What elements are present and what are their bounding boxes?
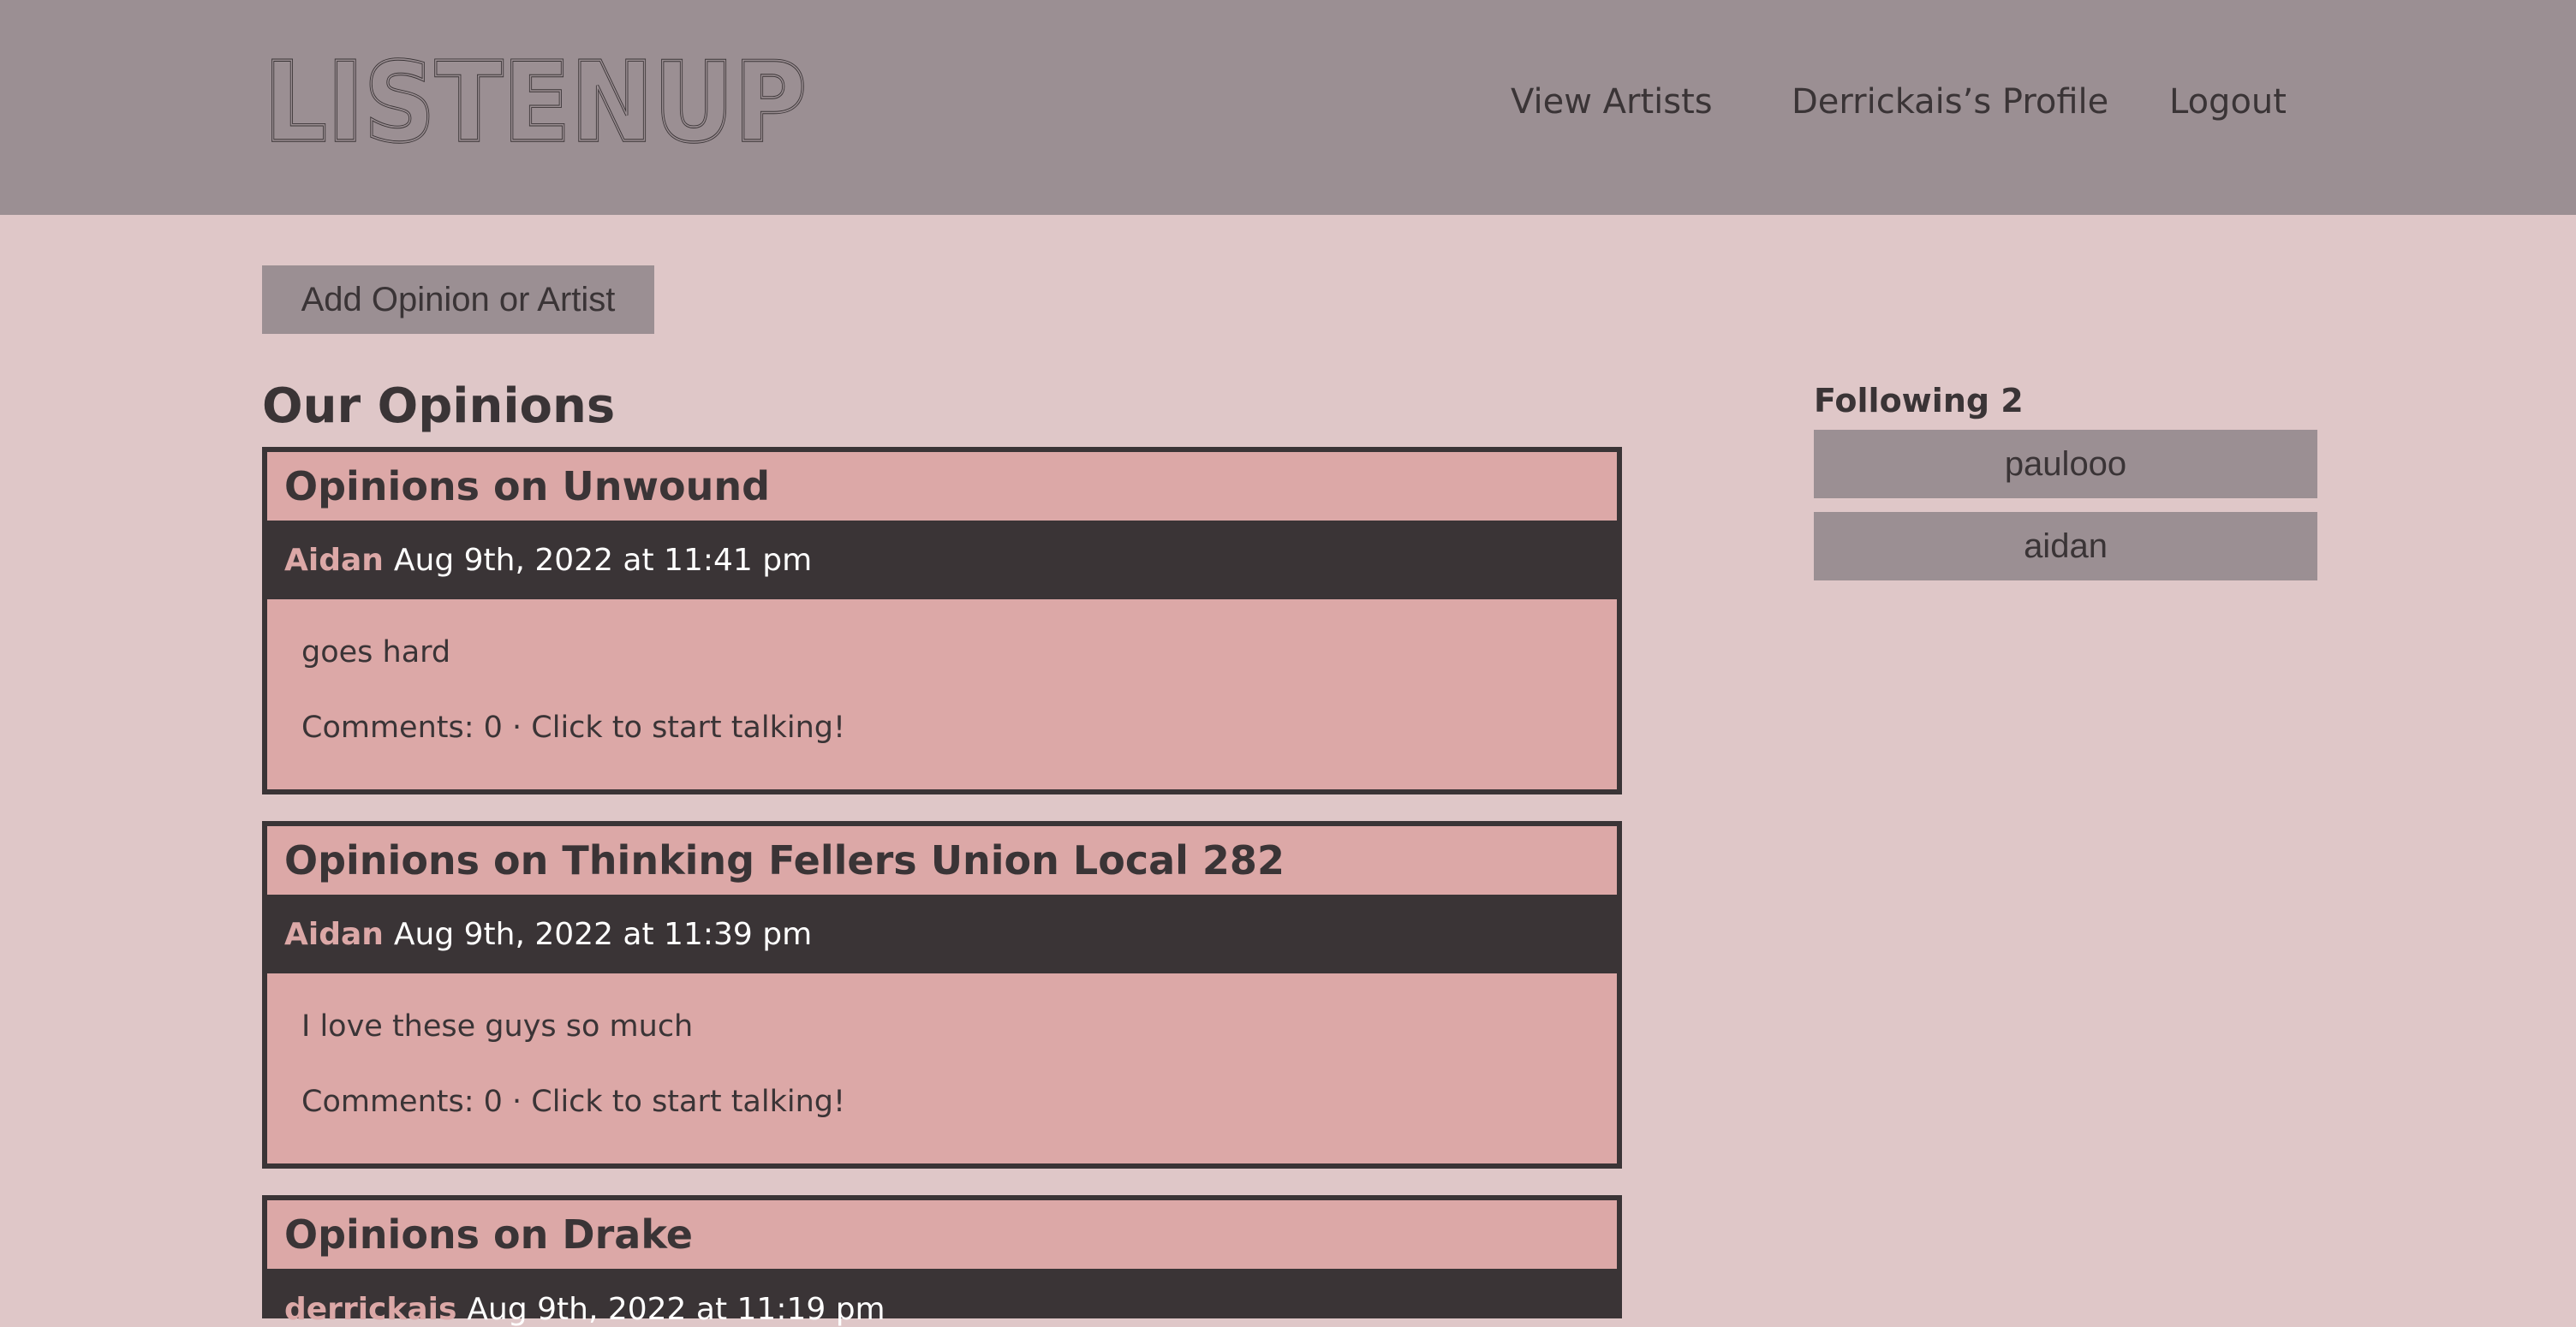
opinion-card: Opinions on Unwound Aidan Aug 9th, 2022 …: [262, 447, 1622, 794]
opinion-title[interactable]: Opinions on Thinking Fellers Union Local…: [267, 826, 1617, 895]
site-header: LISTENUP LISTENUP View Artists Derrickai…: [0, 0, 2576, 215]
svg-text:LISTENUP: LISTENUP: [264, 48, 807, 151]
listenup-logo[interactable]: LISTENUP LISTENUP: [262, 48, 810, 151]
opinion-date: Aug 9th, 2022 at 11:41 pm: [393, 542, 813, 578]
opinion-meta: Aidan Aug 9th, 2022 at 11:39 pm: [267, 895, 1617, 973]
nav-view-artists-link[interactable]: View Artists: [1511, 82, 1713, 122]
add-opinion-or-artist-button[interactable]: Add Opinion or Artist: [262, 265, 654, 334]
opinion-text: I love these guys so much: [301, 1009, 694, 1044]
opinion-author[interactable]: Aidan: [284, 917, 384, 952]
following-title: Following 2: [1814, 382, 2024, 420]
opinion-card: Opinions on Drake derrickais Aug 9th, 20…: [262, 1195, 1622, 1327]
opinion-comments-link[interactable]: Comments: 0 · Click to start talking!: [301, 709, 1617, 747]
opinion-title[interactable]: Opinions on Unwound: [267, 452, 1617, 521]
opinion-body: I love these guys so much Comments: 0 · …: [267, 973, 1617, 1163]
opinion-comments-link[interactable]: Comments: 0 · Click to start talking!: [301, 1083, 1617, 1121]
following-user-paulooo[interactable]: paulooo: [1814, 430, 2317, 498]
opinion-meta: Aidan Aug 9th, 2022 at 11:41 pm: [267, 521, 1617, 599]
opinion-date: Aug 9th, 2022 at 11:19 pm: [467, 1292, 886, 1327]
opinion-title[interactable]: Opinions on Drake: [267, 1200, 1617, 1269]
nav-logout-link[interactable]: Logout: [2169, 82, 2287, 122]
opinion-date: Aug 9th, 2022 at 11:39 pm: [393, 916, 813, 952]
section-title: Our Opinions: [262, 378, 616, 434]
following-user-aidan[interactable]: aidan: [1814, 512, 2317, 580]
opinion-body: goes hard Comments: 0 · Click to start t…: [267, 599, 1617, 789]
opinion-card: Opinions on Thinking Fellers Union Local…: [262, 821, 1622, 1169]
opinion-text: goes hard: [301, 635, 451, 669]
opinion-author[interactable]: derrickais: [284, 1292, 456, 1327]
opinion-author[interactable]: Aidan: [284, 543, 384, 578]
opinion-meta: derrickais Aug 9th, 2022 at 11:19 pm: [267, 1269, 1617, 1327]
nav-profile-link[interactable]: Derrickais’s Profile: [1792, 82, 2108, 122]
